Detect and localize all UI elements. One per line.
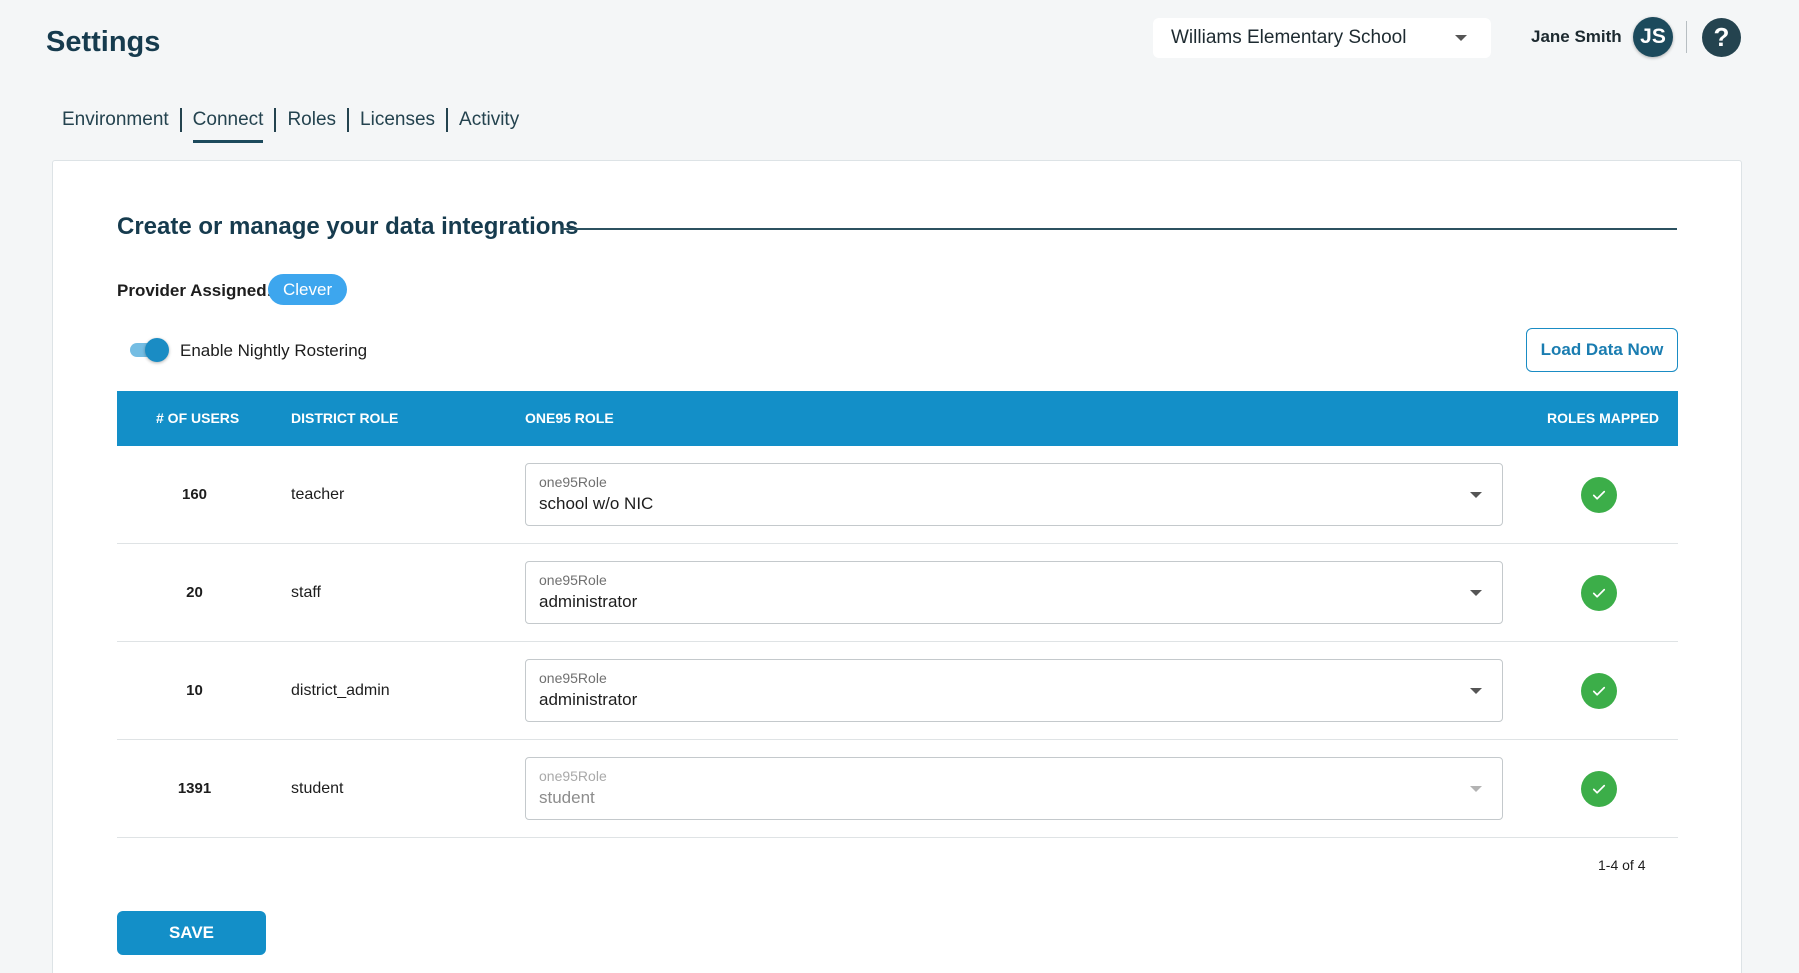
check-circle-icon: [1581, 575, 1617, 611]
user-count: 1391: [177, 780, 212, 797]
section-divider: [561, 228, 1677, 230]
tab-activity[interactable]: Activity: [448, 108, 530, 132]
one95-role-select[interactable]: one95Role administrator: [525, 561, 1503, 624]
select-label: one95Role: [539, 474, 607, 490]
tab-environment[interactable]: Environment: [62, 108, 180, 132]
column-header-one95-role: One95 Role: [525, 410, 614, 426]
chevron-down-icon: [1470, 688, 1482, 694]
tab-roles[interactable]: Roles: [276, 108, 347, 132]
check-circle-icon: [1581, 477, 1617, 513]
select-value: school w/o NIC: [539, 494, 654, 513]
user-name[interactable]: Jane Smith: [1531, 27, 1622, 47]
user-count: 20: [186, 584, 203, 601]
pagination-info: 1-4 of 4: [1598, 857, 1646, 873]
table-header: # of Users District Role One95 Role Role…: [117, 391, 1678, 446]
table-row: 20 staff one95Role administrator: [117, 544, 1678, 642]
select-label: one95Role: [539, 768, 607, 784]
avatar[interactable]: JS: [1633, 17, 1673, 57]
chevron-down-icon: [1470, 786, 1482, 792]
one95-role-select-disabled: one95Role student: [525, 757, 1503, 820]
tab-licenses[interactable]: Licenses: [349, 108, 446, 132]
toggle-label: Enable Nightly Rostering: [180, 341, 368, 360]
one95-role-select[interactable]: one95Role school w/o NIC: [525, 463, 1503, 526]
table-row: 160 teacher one95Role school w/o NIC: [117, 446, 1678, 544]
check-circle-icon: [1581, 771, 1617, 807]
column-header-users: # of Users: [156, 410, 240, 426]
school-select-value: Williams Elementary School: [1171, 27, 1407, 48]
role-mapping-table: # of Users District Role One95 Role Role…: [117, 391, 1678, 838]
select-value: administrator: [539, 592, 638, 611]
user-count: 160: [181, 486, 208, 503]
one95-role-select[interactable]: one95Role administrator: [525, 659, 1503, 722]
chevron-down-icon: [1470, 590, 1482, 596]
table-row: 10 district_admin one95Role administrato…: [117, 642, 1678, 740]
select-value: administrator: [539, 690, 638, 709]
toggle-thumb: [145, 338, 169, 362]
section-title: Create or manage your data integrations: [117, 213, 579, 240]
provider-label: Provider Assigned:: [117, 281, 273, 300]
select-value: student: [539, 788, 595, 807]
check-circle-icon: [1581, 673, 1617, 709]
load-data-button[interactable]: Load Data Now: [1526, 328, 1678, 372]
save-button[interactable]: Save: [117, 911, 266, 955]
select-label: one95Role: [539, 572, 607, 588]
district-role: teacher: [291, 486, 345, 503]
chevron-down-icon: [1455, 35, 1467, 41]
district-role: student: [291, 780, 344, 797]
column-header-district-role: District Role: [291, 410, 399, 426]
integrations-card: Create or manage your data integrations …: [52, 160, 1742, 973]
help-icon[interactable]: ?: [1702, 18, 1741, 57]
district-role: staff: [291, 584, 321, 601]
school-select[interactable]: Williams Elementary School: [1153, 18, 1491, 58]
chevron-down-icon: [1470, 492, 1482, 498]
settings-tabs: Environment Connect Roles Licenses Activ…: [62, 108, 530, 143]
header-divider: [1686, 21, 1687, 53]
provider-chip: Clever: [268, 274, 348, 305]
table-row: 1391 student one95Role student: [117, 740, 1678, 838]
nightly-rostering-toggle[interactable]: [130, 338, 169, 362]
column-header-roles-mapped: Roles Mapped: [1547, 410, 1660, 426]
tab-connect[interactable]: Connect: [182, 108, 275, 143]
select-label: one95Role: [539, 670, 607, 686]
user-count: 10: [186, 682, 203, 699]
page-title: Settings: [46, 26, 161, 58]
district-role: district_admin: [291, 682, 390, 699]
